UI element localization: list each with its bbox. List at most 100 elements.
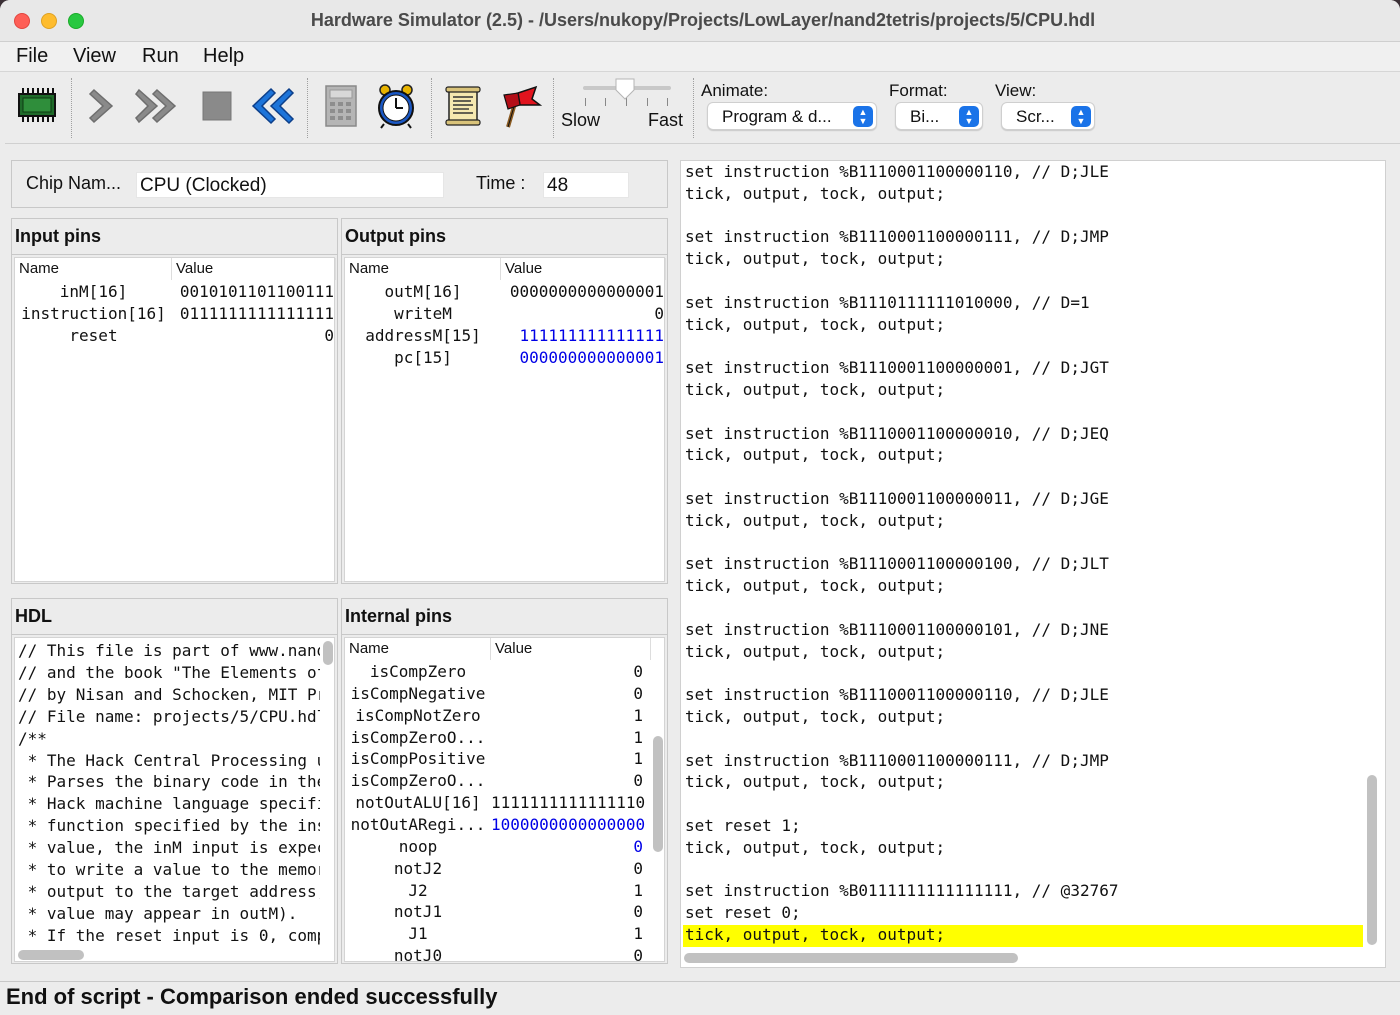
script-line: set instruction %B1110001100000111, // D… bbox=[685, 227, 1109, 247]
internal-pins-row[interactable]: notJ2 0 bbox=[345, 858, 664, 881]
script-line: tick, output, tock, output; bbox=[685, 445, 946, 465]
pin-name: notJ2 bbox=[393, 858, 443, 878]
column-header-value[interactable]: Value bbox=[172, 258, 336, 280]
script-vertical-scrollbar[interactable] bbox=[1367, 775, 1377, 945]
hdl-line: // File name: projects/5/CPU.hdl bbox=[18, 706, 320, 726]
pin-name: pc[15] bbox=[394, 348, 452, 367]
hdl-line: * The Hack Central Processing u bbox=[18, 750, 320, 770]
script-line: set instruction %B1110001100000101, // D… bbox=[685, 619, 1109, 639]
slider-tick bbox=[647, 98, 648, 106]
internal-pins-row[interactable]: J2 1 bbox=[345, 881, 664, 903]
reset-button[interactable] bbox=[249, 82, 297, 130]
internal-pins-title: Internal pins bbox=[342, 599, 667, 635]
output-pins-row[interactable]: outM[16] 0000000000000001 bbox=[345, 282, 666, 304]
script-line: tick, output, tock, output; bbox=[685, 707, 946, 726]
output-pins-row[interactable]: pc[15] 000000000000001 bbox=[345, 348, 666, 370]
pin-name: writeM bbox=[394, 304, 452, 323]
menu-help[interactable]: Help bbox=[203, 45, 244, 68]
script-panel[interactable]: set instruction %B1110001100000110, // D… bbox=[680, 160, 1386, 968]
menu-run[interactable]: Run bbox=[142, 45, 179, 68]
internal-pins-row[interactable]: notOutALU[16] 1111111111111110 bbox=[345, 793, 664, 815]
hdl-text-area[interactable]: // This file is part of www.nand // and t… bbox=[14, 637, 335, 962]
internal-pins-scrollbar[interactable] bbox=[653, 736, 663, 852]
internal-pins-table[interactable]: Name Value isCompZero 0 isCompNegative 0 isC… bbox=[344, 637, 665, 962]
toolbar-separator bbox=[71, 78, 72, 138]
internal-pins-row[interactable]: isCompPositive 1 bbox=[345, 749, 664, 771]
pin-name: noop bbox=[398, 836, 438, 856]
script-button[interactable] bbox=[439, 82, 487, 130]
internal-pins-row[interactable]: isCompZeroO... 0 bbox=[345, 771, 664, 793]
single-step-icon bbox=[88, 88, 114, 124]
window-title: Hardware Simulator (2.5) - /Users/nukopy… bbox=[310, 10, 1096, 30]
menu-file[interactable]: File bbox=[16, 45, 48, 68]
animate-label: Animate: bbox=[701, 81, 769, 100]
input-pins-row[interactable]: inM[16] 0010101101100111 bbox=[15, 282, 336, 304]
toolbar-separator bbox=[431, 78, 432, 138]
hdl-line: * If the reset input is 0, comp bbox=[18, 925, 320, 945]
pin-value: 1 bbox=[633, 924, 643, 944]
internal-pins-row[interactable]: noop 0 bbox=[345, 836, 664, 859]
output-pins-row[interactable]: addressM[15] 111111111111111 bbox=[345, 326, 666, 348]
clock-button[interactable] bbox=[372, 82, 420, 130]
chip-name-value: CPU (Clocked) bbox=[140, 175, 267, 196]
internal-pins-row[interactable]: isCompNotZero 1 bbox=[345, 706, 664, 728]
speed-slider-thumb[interactable] bbox=[615, 78, 635, 100]
internal-pins-row[interactable]: notJ0 0 bbox=[345, 946, 664, 961]
load-chip-button[interactable] bbox=[13, 82, 61, 130]
animate-select[interactable]: Program & d... ▲ ▼ bbox=[707, 102, 877, 130]
script-line: set instruction %B1110001100000111, // D… bbox=[685, 750, 1109, 770]
view-select[interactable]: Scr... ▲ ▼ bbox=[1001, 102, 1095, 130]
pin-name: notOutARegi... bbox=[350, 814, 486, 834]
internal-pins-row[interactable]: notOutARegi... 1000000000000000 bbox=[345, 814, 664, 837]
column-header-name[interactable]: Name bbox=[345, 638, 491, 660]
format-select[interactable]: Bi... ▲ ▼ bbox=[895, 102, 983, 130]
input-pins-row[interactable]: instruction[16] 0111111111111111 bbox=[15, 304, 336, 326]
chip-name-label: Chip Nam... bbox=[26, 173, 122, 193]
pin-value: 0 bbox=[633, 771, 643, 791]
input-pins-table[interactable]: Name Value inM[16] 0010101101100111 instru… bbox=[14, 257, 336, 582]
select-arrows-icon: ▲ ▼ bbox=[959, 106, 979, 127]
internal-pins-panel: Internal pins Name Value isCompZero 0 isCo… bbox=[341, 598, 668, 964]
pin-name: notOutALU[16] bbox=[355, 793, 481, 813]
slider-tick bbox=[667, 98, 668, 106]
hdl-line: * output to the target address, bbox=[18, 881, 320, 901]
reset-icon bbox=[251, 87, 295, 125]
input-pins-row[interactable]: reset 0 bbox=[15, 326, 336, 348]
internal-pins-row[interactable]: isCompZero 0 bbox=[345, 662, 664, 684]
column-header-value[interactable]: Value bbox=[501, 258, 666, 280]
hdl-vertical-scrollbar[interactable] bbox=[323, 641, 333, 665]
hdl-line: * value may appear in outM). bbox=[18, 903, 298, 923]
menu-view[interactable]: View bbox=[73, 45, 116, 68]
internal-pins-row[interactable]: J1 1 bbox=[345, 924, 664, 946]
pin-value: 0 bbox=[324, 326, 334, 345]
pin-name: outM[16] bbox=[384, 282, 462, 301]
script-line: set instruction %B1110001100000011, // D… bbox=[685, 489, 1109, 508]
output-pins-table[interactable]: Name Value outM[16] 0000000000000001 write… bbox=[344, 257, 666, 582]
column-header-value[interactable]: Value bbox=[491, 638, 651, 660]
stop-button[interactable] bbox=[193, 82, 241, 130]
input-pins-panel: Input pins Name Value inM[16] 00101011011… bbox=[11, 218, 338, 584]
single-step-button[interactable] bbox=[79, 82, 127, 130]
pin-value: 0 bbox=[633, 902, 643, 922]
internal-pins-row[interactable]: isCompZeroO... 1 bbox=[345, 727, 664, 750]
breakpoints-button[interactable] bbox=[495, 82, 543, 130]
script-line: tick, output, tock, output; bbox=[685, 641, 946, 661]
script-line: tick, output, tock, output; bbox=[685, 249, 946, 269]
run-button[interactable] bbox=[135, 82, 183, 130]
pin-name: isCompZeroO... bbox=[350, 727, 486, 747]
run-icon bbox=[135, 88, 177, 124]
internal-pins-row[interactable]: notJ1 0 bbox=[345, 902, 664, 924]
output-pins-row[interactable]: writeM 0 bbox=[345, 304, 666, 326]
column-header-name[interactable]: Name bbox=[15, 258, 172, 280]
pin-name: addressM[15] bbox=[365, 326, 481, 345]
internal-pins-row[interactable]: isCompNegative 0 bbox=[345, 684, 664, 706]
clock-icon bbox=[378, 84, 414, 129]
script-line: set reset 0; bbox=[685, 903, 801, 923]
eval-button[interactable] bbox=[317, 82, 365, 130]
hdl-horizontal-scrollbar[interactable] bbox=[18, 950, 84, 960]
select-arrows-icon: ▲ ▼ bbox=[853, 106, 873, 127]
column-header-name[interactable]: Name bbox=[345, 258, 501, 280]
hdl-panel: HDL // This file is part of www.nand // a… bbox=[11, 598, 338, 964]
script-horizontal-scrollbar[interactable] bbox=[684, 953, 1018, 963]
script-line: set instruction %B1110001100000110, // D… bbox=[685, 162, 1109, 181]
